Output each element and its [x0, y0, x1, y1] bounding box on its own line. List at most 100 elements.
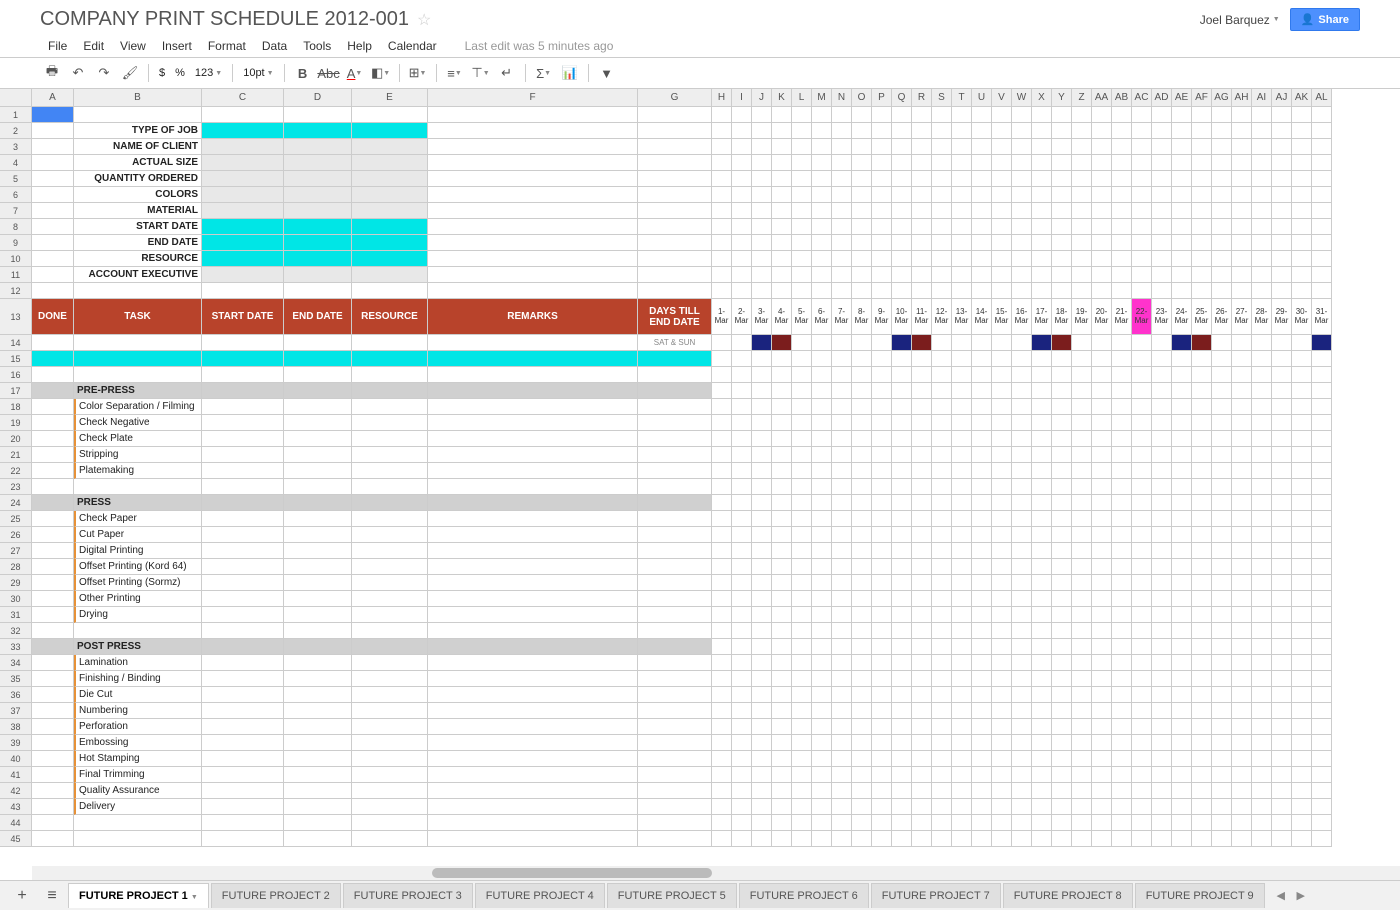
cell[interactable] [1072, 527, 1092, 543]
cell[interactable] [932, 203, 952, 219]
cell[interactable] [1212, 703, 1232, 719]
cell[interactable] [952, 799, 972, 815]
cell[interactable] [1112, 235, 1132, 251]
cell[interactable] [1272, 123, 1292, 139]
cell[interactable] [1252, 799, 1272, 815]
cell[interactable] [832, 399, 852, 415]
print-icon[interactable]: 🖶 [40, 61, 64, 85]
cell[interactable] [1032, 155, 1052, 171]
cell[interactable] [32, 447, 74, 463]
cell[interactable] [1132, 607, 1152, 623]
cell[interactable] [832, 219, 852, 235]
cell[interactable] [1312, 251, 1332, 267]
cell[interactable] [1232, 607, 1252, 623]
cell[interactable] [1252, 655, 1272, 671]
cell[interactable] [1092, 383, 1112, 399]
cell[interactable] [1312, 671, 1332, 687]
cell[interactable] [712, 219, 732, 235]
row-header-4[interactable]: 4 [0, 155, 32, 171]
cell[interactable] [972, 527, 992, 543]
cell[interactable] [1032, 511, 1052, 527]
cell[interactable] [1272, 399, 1292, 415]
cell[interactable] [932, 139, 952, 155]
cell[interactable] [972, 735, 992, 751]
cell[interactable] [952, 447, 972, 463]
cell[interactable] [912, 187, 932, 203]
cell[interactable] [202, 655, 284, 671]
cell[interactable] [772, 799, 792, 815]
cell[interactable] [772, 463, 792, 479]
cell[interactable] [202, 251, 284, 267]
cell[interactable] [732, 719, 752, 735]
cell[interactable] [952, 815, 972, 831]
row-header-36[interactable]: 36 [0, 687, 32, 703]
row-header-24[interactable]: 24 [0, 495, 32, 511]
cell[interactable] [772, 687, 792, 703]
cell[interactable] [892, 155, 912, 171]
cell[interactable] [1052, 187, 1072, 203]
cell[interactable] [1092, 335, 1112, 351]
cell[interactable] [1192, 415, 1212, 431]
cell[interactable] [1212, 399, 1232, 415]
cell[interactable] [1212, 367, 1232, 383]
cell[interactable] [812, 719, 832, 735]
cell[interactable] [202, 463, 284, 479]
cell[interactable] [1172, 831, 1192, 847]
cell[interactable] [1292, 367, 1312, 383]
cell[interactable] [832, 511, 852, 527]
cell[interactable] [428, 399, 638, 415]
cell[interactable] [892, 543, 912, 559]
cell[interactable] [812, 511, 832, 527]
cell[interactable] [1072, 351, 1092, 367]
cell[interactable] [772, 123, 792, 139]
cell[interactable] [1312, 703, 1332, 719]
cell[interactable] [952, 591, 972, 607]
cell[interactable] [1032, 479, 1052, 495]
cell[interactable] [1092, 107, 1112, 123]
cell[interactable] [428, 559, 638, 575]
cell[interactable] [872, 575, 892, 591]
cell[interactable]: Lamination [74, 655, 202, 671]
cell[interactable] [1112, 267, 1132, 283]
cell[interactable] [428, 671, 638, 687]
cell[interactable] [1052, 171, 1072, 187]
cell[interactable] [32, 623, 74, 639]
cell[interactable] [1052, 767, 1072, 783]
cell[interactable] [1012, 399, 1032, 415]
cell[interactable] [772, 591, 792, 607]
cell[interactable] [792, 495, 812, 511]
cell[interactable] [32, 267, 74, 283]
cell[interactable] [872, 367, 892, 383]
cell[interactable] [1252, 479, 1272, 495]
cell[interactable] [912, 703, 932, 719]
row-header-42[interactable]: 42 [0, 783, 32, 799]
cell[interactable] [952, 751, 972, 767]
cell[interactable] [1212, 751, 1232, 767]
cell[interactable] [1032, 171, 1052, 187]
cell[interactable] [932, 511, 952, 527]
cell[interactable] [772, 335, 792, 351]
row-header-30[interactable]: 30 [0, 591, 32, 607]
cell[interactable] [1052, 335, 1072, 351]
cell[interactable] [202, 447, 284, 463]
cell[interactable] [1252, 527, 1272, 543]
cell[interactable] [352, 607, 428, 623]
cell[interactable] [752, 495, 772, 511]
cell[interactable] [792, 367, 812, 383]
cell[interactable] [1252, 107, 1272, 123]
cell[interactable] [852, 767, 872, 783]
cell[interactable] [712, 607, 732, 623]
cell[interactable] [284, 543, 352, 559]
cell[interactable] [912, 155, 932, 171]
cell[interactable] [832, 251, 852, 267]
cell[interactable] [284, 799, 352, 815]
cell[interactable] [1132, 687, 1152, 703]
cell[interactable] [752, 815, 772, 831]
cell[interactable] [832, 351, 852, 367]
cell[interactable] [872, 107, 892, 123]
cell[interactable] [1292, 139, 1312, 155]
cell[interactable] [1272, 543, 1292, 559]
cell[interactable] [892, 479, 912, 495]
cell[interactable] [832, 607, 852, 623]
cell[interactable] [1032, 687, 1052, 703]
